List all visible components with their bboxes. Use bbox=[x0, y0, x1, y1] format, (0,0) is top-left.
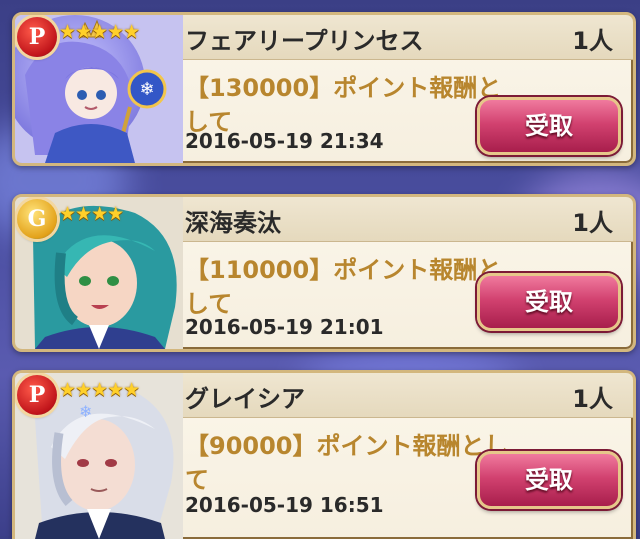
reward-card-1: ❄ P ★★★★★ フェアリープリンセス 1人 【130000】ポイント報酬とし… bbox=[12, 12, 636, 166]
star-rating-icon: ★★★★ bbox=[59, 203, 124, 225]
star-rating-icon: ★★★★★ bbox=[59, 379, 140, 401]
recipient-count: 1人 bbox=[572, 385, 613, 413]
star-rating-icon: ★★★★★ bbox=[59, 21, 140, 43]
receive-button[interactable]: 受取 bbox=[477, 273, 621, 331]
character-name: 深海奏汰 bbox=[185, 209, 281, 237]
receive-button[interactable]: 受取 bbox=[477, 451, 621, 509]
svg-text:❄: ❄ bbox=[79, 402, 92, 421]
svg-text:❄: ❄ bbox=[139, 79, 154, 100]
character-name: フェアリープリンセス bbox=[185, 27, 424, 55]
recipient-count: 1人 bbox=[572, 209, 613, 237]
reward-card-2: G ★★★★ 深海奏汰 1人 【110000】ポイント報酬として 2016-05… bbox=[12, 194, 636, 352]
recipient-count: 1人 bbox=[572, 27, 613, 55]
reward-date: 2016-05-19 16:51 bbox=[185, 493, 384, 517]
rarity-badge: G bbox=[17, 199, 57, 239]
rarity-badge: P bbox=[17, 17, 57, 57]
character-name: グレイシア bbox=[185, 385, 305, 413]
reward-date: 2016-05-19 21:01 bbox=[185, 315, 384, 339]
rarity-badge: P bbox=[17, 375, 57, 415]
receive-button[interactable]: 受取 bbox=[477, 97, 621, 155]
reward-date: 2016-05-19 21:34 bbox=[185, 129, 384, 153]
reward-message: 【110000】ポイント報酬として bbox=[185, 256, 502, 318]
reward-card-3: ❄ P ★★★★★ グレイシア 1人 【90000】ポイント報酬として 2016… bbox=[12, 370, 636, 539]
reward-message: 【90000】ポイント報酬として bbox=[185, 432, 509, 494]
